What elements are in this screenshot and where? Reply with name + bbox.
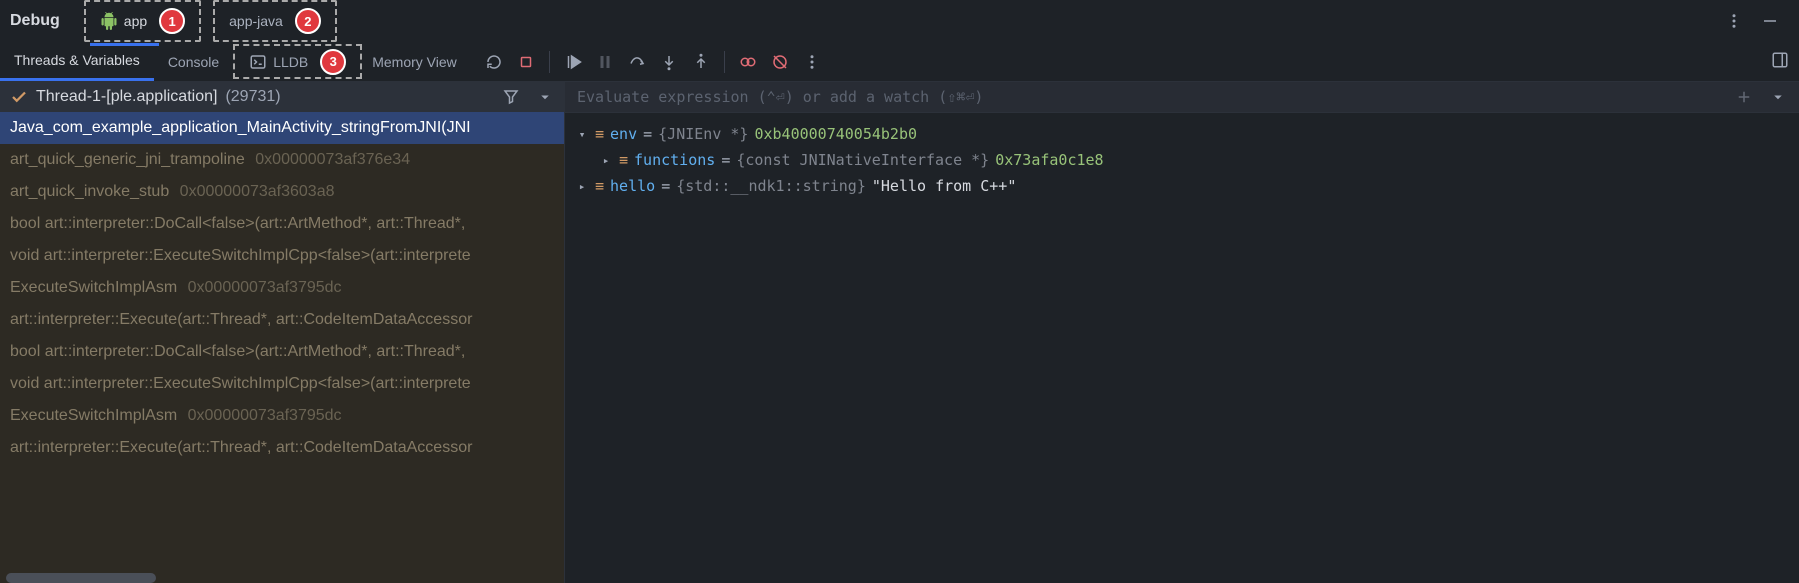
chevron-down-icon[interactable] xyxy=(1769,88,1787,106)
stack-frame[interactable]: art::interpreter::Execute(art::Thread*, … xyxy=(0,432,564,464)
thread-header[interactable]: Thread-1-[ple.application] (29731) xyxy=(0,82,564,112)
stack-frame[interactable]: void art::interpreter::ExecuteSwitchImpl… xyxy=(0,368,564,400)
tab-label: Memory View xyxy=(372,54,457,70)
callout-badge: 3 xyxy=(320,49,346,75)
variables-tree[interactable]: ▾ ≡ env = {JNIEnv *} 0xb40000740054b2b0 … xyxy=(565,113,1799,583)
expand-icon[interactable]: ▾ xyxy=(575,128,589,141)
variable-name: hello xyxy=(610,177,655,195)
variable-type: {std::__ndk1::string} xyxy=(676,177,866,195)
stack-frame[interactable]: bool art::interpreter::DoCall<false>(art… xyxy=(0,336,564,368)
field-icon: ≡ xyxy=(619,151,628,169)
equals: = xyxy=(643,125,652,143)
equals: = xyxy=(721,151,730,169)
stack-frame[interactable]: ExecuteSwitchImplAsm 0x00000073af3795dc xyxy=(0,400,564,432)
separator xyxy=(549,51,550,73)
watch-placeholder: Evaluate expression (⌃⏎) or add a watch … xyxy=(577,88,983,106)
stack-frames[interactable]: Java_com_example_application_MainActivit… xyxy=(0,112,564,583)
frame-function: bool art::interpreter::DoCall<false>(art… xyxy=(10,343,465,360)
stack-frame[interactable]: art_quick_generic_jni_trampoline 0x00000… xyxy=(0,144,564,176)
variable-value: "Hello from C++" xyxy=(872,177,1017,195)
frame-function: ExecuteSwitchImplAsm xyxy=(10,407,177,424)
thread-pid: (29731) xyxy=(225,88,280,106)
variable-row[interactable]: ▸ ≡ functions = {const JNINativeInterfac… xyxy=(575,147,1789,173)
config-tab-label: app xyxy=(124,13,147,29)
frame-function: bool art::interpreter::DoCall<false>(art… xyxy=(10,215,465,232)
stack-frame[interactable]: Java_com_example_application_MainActivit… xyxy=(0,112,564,144)
tab-console[interactable]: Console xyxy=(154,42,233,81)
tab-threads-variables[interactable]: Threads & Variables xyxy=(0,42,154,81)
more-vert-icon[interactable] xyxy=(803,53,821,71)
frame-function: ExecuteSwitchImplAsm xyxy=(10,279,177,296)
variable-type: {JNIEnv *} xyxy=(658,125,748,143)
mute-breakpoints-icon[interactable] xyxy=(771,53,789,71)
evaluate-expression-input[interactable]: Evaluate expression (⌃⏎) or add a watch … xyxy=(565,82,1799,113)
frame-address: 0x00000073af376e34 xyxy=(255,151,410,168)
variable-row[interactable]: ▾ ≡ env = {JNIEnv *} 0xb40000740054b2b0 xyxy=(575,121,1789,147)
terminal-icon xyxy=(249,53,267,71)
panel-title: Debug xyxy=(10,12,60,30)
expand-icon[interactable]: ▸ xyxy=(575,180,589,193)
frame-address: 0x00000073af3603a8 xyxy=(180,183,335,200)
config-tab-app-java[interactable]: app-java 2 xyxy=(213,0,337,42)
stack-frame[interactable]: void art::interpreter::ExecuteSwitchImpl… xyxy=(0,240,564,272)
callout-badge: 2 xyxy=(295,8,321,34)
frame-address: 0x00000073af3795dc xyxy=(188,407,342,424)
config-tab-label: app-java xyxy=(229,13,283,29)
step-into-icon[interactable] xyxy=(660,53,678,71)
variable-name: env xyxy=(610,125,637,143)
field-icon: ≡ xyxy=(595,177,604,195)
filter-icon[interactable] xyxy=(502,88,520,106)
minimize-icon[interactable] xyxy=(1761,12,1779,30)
config-tab-app[interactable]: app 1 xyxy=(84,0,201,42)
separator xyxy=(724,51,725,73)
pause-icon xyxy=(596,53,614,71)
check-icon xyxy=(10,88,28,106)
equals: = xyxy=(661,177,670,195)
variable-type: {const JNINativeInterface *} xyxy=(736,151,989,169)
frame-function: art_quick_invoke_stub xyxy=(10,183,169,200)
stack-frame[interactable]: art_quick_invoke_stub 0x00000073af3603a8 xyxy=(0,176,564,208)
variable-row[interactable]: ▸ ≡ hello = {std::__ndk1::string} "Hello… xyxy=(575,173,1789,199)
frame-function: art::interpreter::Execute(art::Thread*, … xyxy=(10,311,472,328)
variable-name: functions xyxy=(634,151,715,169)
scrollbar-horizontal[interactable] xyxy=(6,573,156,583)
callout-badge: 1 xyxy=(159,8,185,34)
variable-value: 0xb40000740054b2b0 xyxy=(754,125,917,143)
android-icon xyxy=(100,12,118,30)
tab-lldb[interactable]: LLDB 3 xyxy=(233,44,362,79)
frame-function: Java_com_example_application_MainActivit… xyxy=(10,119,471,136)
stack-frame[interactable]: bool art::interpreter::DoCall<false>(art… xyxy=(0,208,564,240)
step-out-icon[interactable] xyxy=(692,53,710,71)
frame-function: art::interpreter::Execute(art::Thread*, … xyxy=(10,439,472,456)
tab-label: Threads & Variables xyxy=(14,52,140,68)
frame-function: void art::interpreter::ExecuteSwitchImpl… xyxy=(10,247,471,264)
variable-value: 0x73afa0c1e8 xyxy=(995,151,1103,169)
field-icon: ≡ xyxy=(595,125,604,143)
tab-label: LLDB xyxy=(273,54,308,70)
layout-icon[interactable] xyxy=(1771,51,1789,69)
frame-address: 0x00000073af3795dc xyxy=(188,279,342,296)
stop-icon[interactable] xyxy=(517,53,535,71)
thread-name: Thread-1-[ple.application] xyxy=(36,88,217,106)
frame-function: void art::interpreter::ExecuteSwitchImpl… xyxy=(10,375,471,392)
more-vert-icon[interactable] xyxy=(1725,12,1743,30)
add-watch-icon[interactable] xyxy=(1735,88,1753,106)
stack-frame[interactable]: ExecuteSwitchImplAsm 0x00000073af3795dc xyxy=(0,272,564,304)
frame-function: art_quick_generic_jni_trampoline xyxy=(10,151,245,168)
view-breakpoints-icon[interactable] xyxy=(739,53,757,71)
step-over-icon[interactable] xyxy=(628,53,646,71)
stack-frame[interactable]: art::interpreter::Execute(art::Thread*, … xyxy=(0,304,564,336)
expand-icon[interactable]: ▸ xyxy=(599,154,613,167)
rerun-icon[interactable] xyxy=(485,53,503,71)
resume-icon[interactable] xyxy=(564,53,582,71)
tab-label: Console xyxy=(168,54,219,70)
tab-memory-view[interactable]: Memory View xyxy=(358,42,471,81)
chevron-down-icon[interactable] xyxy=(536,88,554,106)
